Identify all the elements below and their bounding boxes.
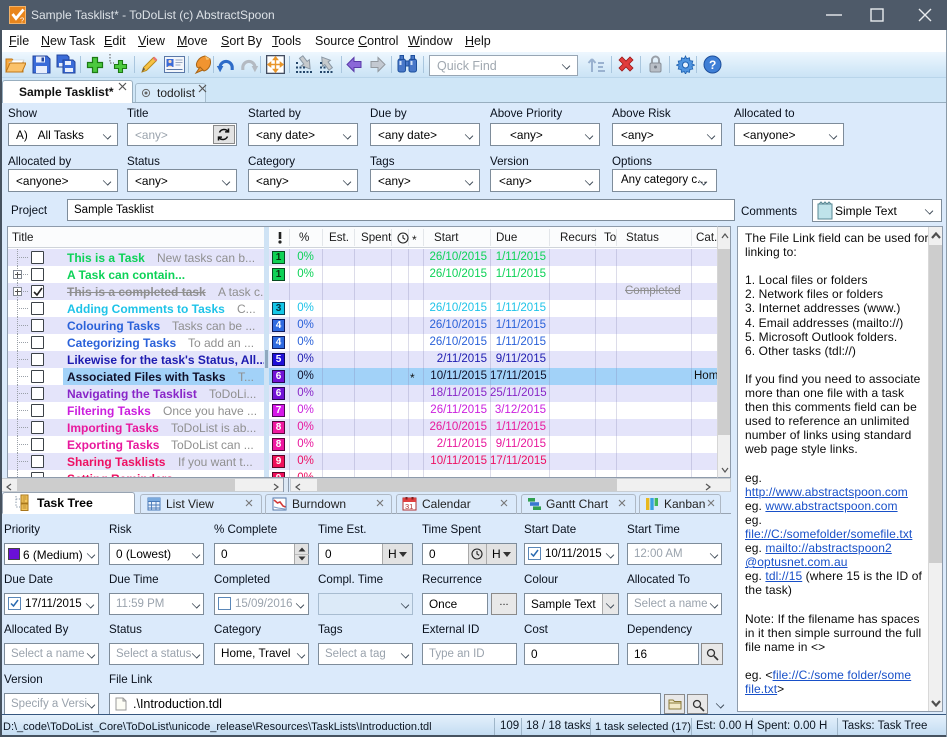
svg-text:31: 31 <box>405 502 413 511</box>
svg-text:?: ? <box>709 58 716 72</box>
svg-text:?: ? <box>20 16 24 25</box>
